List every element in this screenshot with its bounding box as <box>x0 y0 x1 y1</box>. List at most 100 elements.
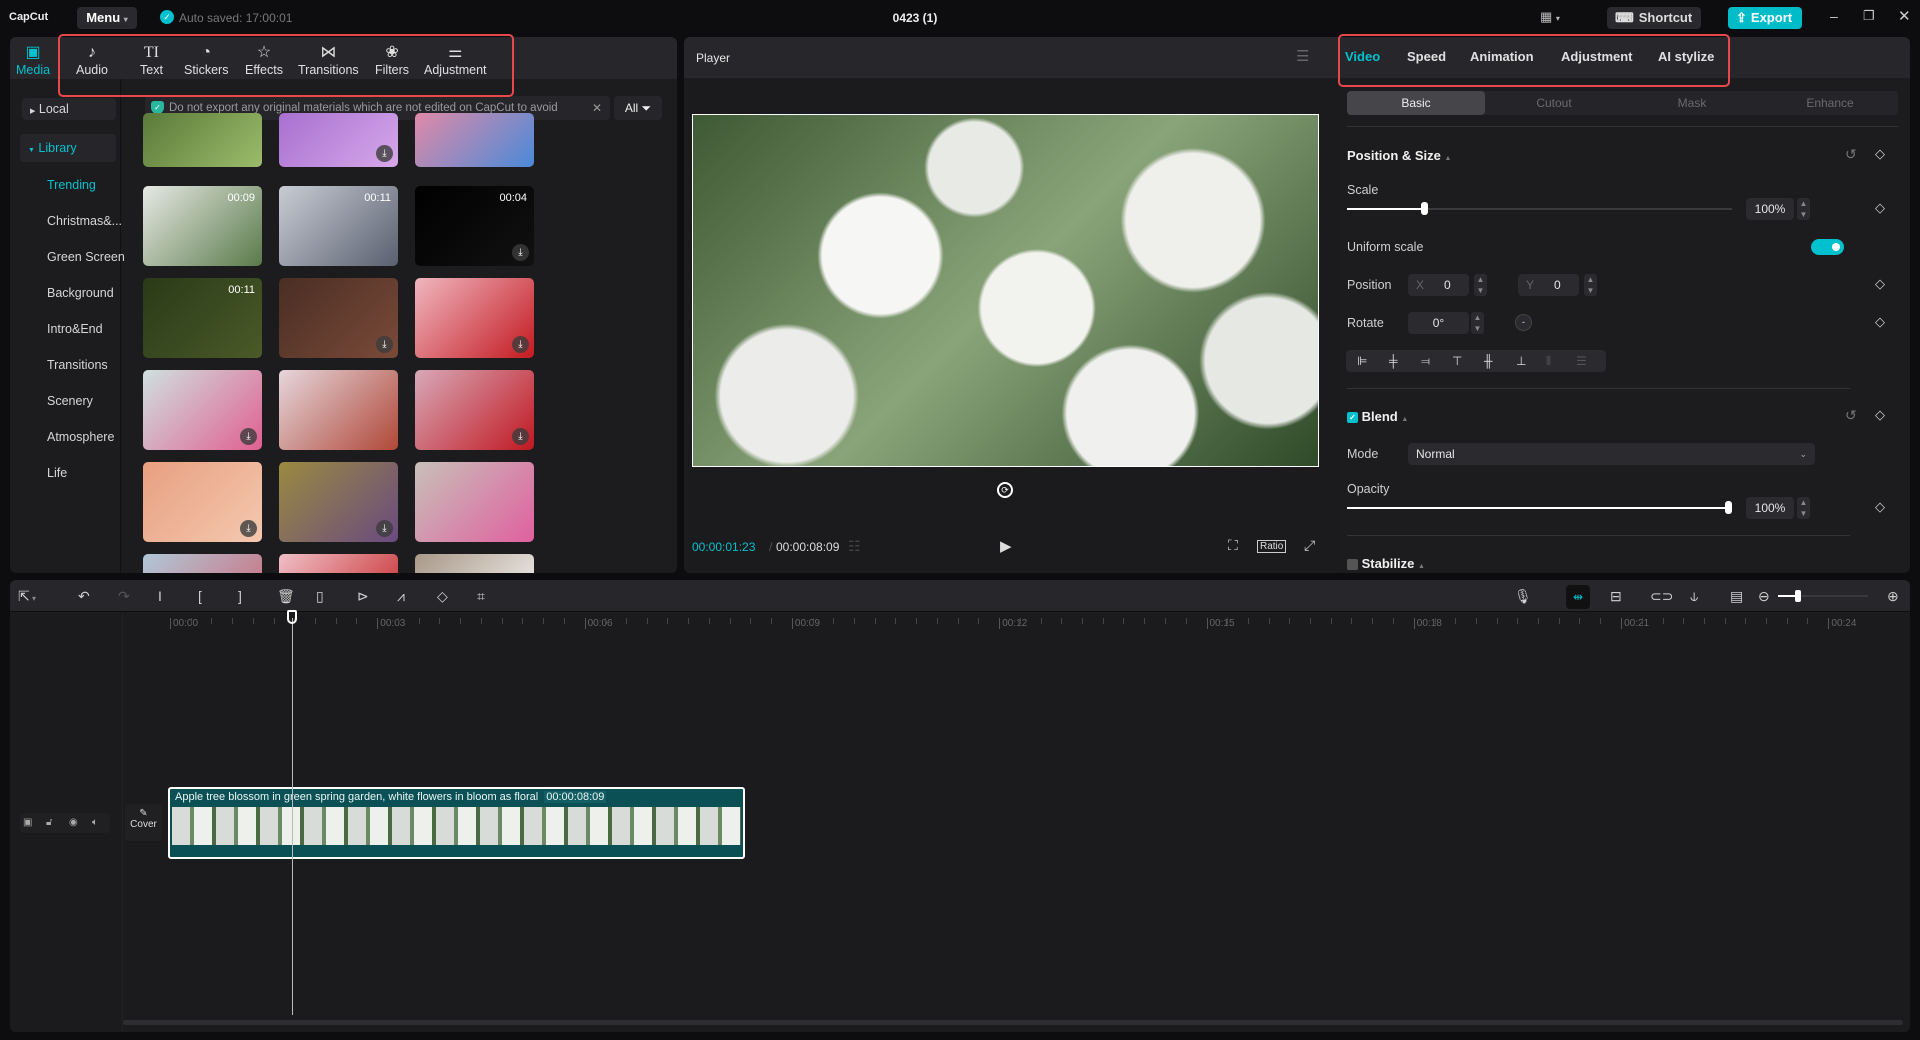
tab-adjustment[interactable]: ⚌ Adjustment <box>424 43 487 77</box>
rotate-handle-icon[interactable]: ⟳ <box>997 482 1013 498</box>
opacity-handle[interactable] <box>1725 501 1732 514</box>
tab-speed[interactable]: Speed <box>1407 49 1446 64</box>
media-thumbnail[interactable]: ⤓ <box>415 278 534 358</box>
uniform-scale-toggle[interactable] <box>1811 239 1844 255</box>
redo-icon[interactable]: ↷ <box>118 588 130 605</box>
media-thumbnail[interactable]: ⤓ <box>415 370 534 450</box>
scale-input[interactable]: 100% <box>1746 198 1794 220</box>
timeline-zoom-slider[interactable] <box>1778 590 1868 602</box>
tab-filters[interactable]: ❀ Filters <box>375 43 409 77</box>
rotate-input[interactable]: 0° <box>1408 312 1469 334</box>
timeline-scrollbar[interactable] <box>123 1020 1903 1025</box>
distribute-v-icon[interactable]: ☰ <box>1576 350 1587 372</box>
media-thumbnail[interactable] <box>415 462 534 542</box>
subtab-basic[interactable]: Basic <box>1347 91 1485 115</box>
playhead-handle[interactable] <box>287 610 297 624</box>
media-thumbnail[interactable] <box>143 554 262 573</box>
shortcut-button[interactable]: ⌨ Shortcut <box>1607 7 1701 29</box>
playhead[interactable] <box>292 618 293 1015</box>
scale-slider[interactable] <box>1347 202 1732 215</box>
tab-adjustment[interactable]: Adjustment <box>1561 49 1633 64</box>
position-size-header[interactable]: Position & Size ▲ <box>1347 148 1451 163</box>
subtab-cutout[interactable]: Cutout <box>1485 91 1623 115</box>
reset-icon[interactable]: ↺ <box>1845 407 1857 424</box>
media-thumbnail[interactable] <box>415 554 534 573</box>
close-button[interactable]: ✕ <box>1898 7 1911 25</box>
zoom-out-icon[interactable]: ⊖ <box>1758 588 1770 605</box>
download-icon[interactable]: ⤓ <box>512 336 529 353</box>
rotate-dial[interactable]: - <box>1515 314 1532 331</box>
media-thumbnail[interactable]: 00:04 ⤓ <box>415 186 534 266</box>
scale-stepper[interactable]: ▲ ▼ <box>1797 198 1810 220</box>
undo-icon[interactable]: ↶ <box>78 588 90 605</box>
blend-checkbox[interactable]: ✓ <box>1347 412 1358 424</box>
opacity-stepper[interactable]: ▲ ▼ <box>1797 497 1810 519</box>
mirror-icon[interactable]: ⩘ <box>397 588 405 605</box>
sidebar-item[interactable]: Trending <box>47 178 96 192</box>
media-thumbnail[interactable] <box>143 113 262 167</box>
stabilize-checkbox[interactable] <box>1347 559 1358 571</box>
media-thumbnail[interactable] <box>279 554 398 573</box>
media-thumbnail[interactable]: 00:11 <box>279 186 398 266</box>
split-icon[interactable]: I <box>158 588 162 604</box>
keyframe-icon[interactable]: ◇ <box>1875 407 1885 423</box>
opacity-slider[interactable] <box>1347 501 1732 514</box>
tab-effects[interactable]: ☆ Effects <box>245 43 283 77</box>
sidebar-item[interactable]: Transitions <box>47 358 108 372</box>
media-thumbnail[interactable]: 00:11 <box>143 278 262 358</box>
align-left-icon[interactable]: ⊫ <box>1357 350 1367 372</box>
sidebar-item[interactable]: Atmosphere <box>47 430 114 444</box>
keyframe-icon[interactable]: ◇ <box>1875 314 1885 330</box>
media-thumbnail[interactable]: ⤓ <box>143 370 262 450</box>
download-icon[interactable]: ⤓ <box>240 428 257 445</box>
x-stepper[interactable]: ▲ ▼ <box>1474 274 1487 296</box>
zoom-handle[interactable] <box>1795 590 1801 602</box>
align-bottom-icon[interactable]: ⊥ <box>1516 350 1526 372</box>
mode-dropdown[interactable]: Normal ⌄ <box>1408 443 1815 465</box>
download-icon[interactable]: ⤓ <box>240 520 257 537</box>
rotate-stepper[interactable]: ▲ ▼ <box>1471 312 1484 334</box>
y-stepper[interactable]: ▲ ▼ <box>1584 274 1597 296</box>
subtab-mask[interactable]: Mask <box>1623 91 1761 115</box>
preview-axis-icon[interactable]: ▤ <box>1730 588 1743 605</box>
media-thumbnail[interactable] <box>279 370 398 450</box>
tab-text[interactable]: TI Text <box>140 43 163 77</box>
position-x-input[interactable]: X0 <box>1408 274 1469 296</box>
tab-animation[interactable]: Animation <box>1470 49 1534 64</box>
media-thumbnail[interactable]: 00:09 <box>143 186 262 266</box>
layout-icon[interactable]: ▦ ▾ <box>1540 9 1560 25</box>
opacity-input[interactable]: 100% <box>1746 497 1794 519</box>
split-right-icon[interactable]: ] <box>238 588 242 604</box>
align-right-icon[interactable]: ⫤ <box>1421 350 1430 372</box>
video-clip[interactable]: Apple tree blossom in green spring garde… <box>168 787 745 859</box>
keyframe-icon[interactable]: ◇ <box>1875 499 1885 515</box>
keyframe-icon[interactable]: ◇ <box>1875 146 1885 162</box>
lock-icon[interactable]: 🔓︎ <box>46 813 52 833</box>
sidebar-item[interactable]: Background <box>47 286 114 300</box>
tab-audio[interactable]: ♪ Audio <box>76 43 108 77</box>
reverse-icon[interactable]: ⊳ <box>357 588 369 605</box>
rotate-icon[interactable]: ◇ <box>437 588 448 605</box>
cover-button[interactable]: ✎ Cover <box>125 804 162 841</box>
download-icon[interactable]: ⤓ <box>376 145 393 162</box>
media-thumbnail[interactable]: ⤓ <box>279 278 398 358</box>
select-tool-icon[interactable]: ⇱ ▾ <box>18 588 36 605</box>
align-center-h-icon[interactable]: ╪ <box>1389 350 1398 372</box>
split-left-icon[interactable]: [ <box>198 588 202 604</box>
sidebar-item-local[interactable]: ▶ Local <box>22 98 116 120</box>
tab-ai-stylize[interactable]: AI stylize <box>1658 49 1714 64</box>
sidebar-item[interactable]: Intro&End <box>47 322 103 336</box>
freeze-icon[interactable]: ▯ <box>316 588 324 605</box>
media-thumbnail[interactable]: ⤓ <box>279 462 398 542</box>
download-icon[interactable]: ⤓ <box>512 244 529 261</box>
keyframe-icon[interactable]: ◇ <box>1875 200 1885 216</box>
zoom-in-icon[interactable]: ⊕ <box>1887 588 1899 605</box>
download-icon[interactable]: ⤓ <box>512 428 529 445</box>
tab-video[interactable]: Video <box>1345 49 1380 64</box>
export-button[interactable]: ⇪ Export <box>1728 7 1802 29</box>
distribute-h-icon[interactable]: ⫴ <box>1546 350 1551 372</box>
download-icon[interactable]: ⤓ <box>376 336 393 353</box>
sidebar-item[interactable]: Life <box>47 466 67 480</box>
video-preview[interactable] <box>692 114 1319 467</box>
sidebar-item[interactable]: Green Screen <box>47 250 125 264</box>
